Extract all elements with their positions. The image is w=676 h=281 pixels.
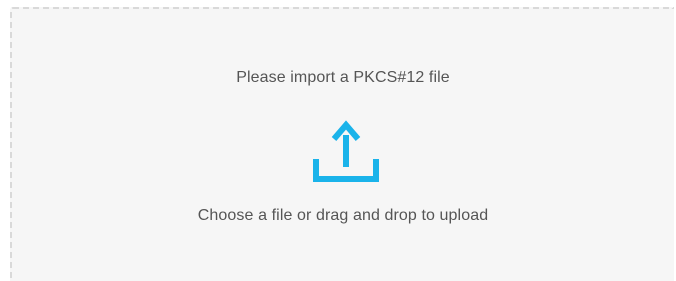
import-prompt: Please import a PKCS#12 file [236,69,450,86]
upload-hint: Choose a file or drag and drop to upload [197,207,489,224]
upload-icon[interactable] [310,115,382,187]
file-drop-zone[interactable]: Please import a PKCS#12 file Choose a fi… [10,7,674,281]
